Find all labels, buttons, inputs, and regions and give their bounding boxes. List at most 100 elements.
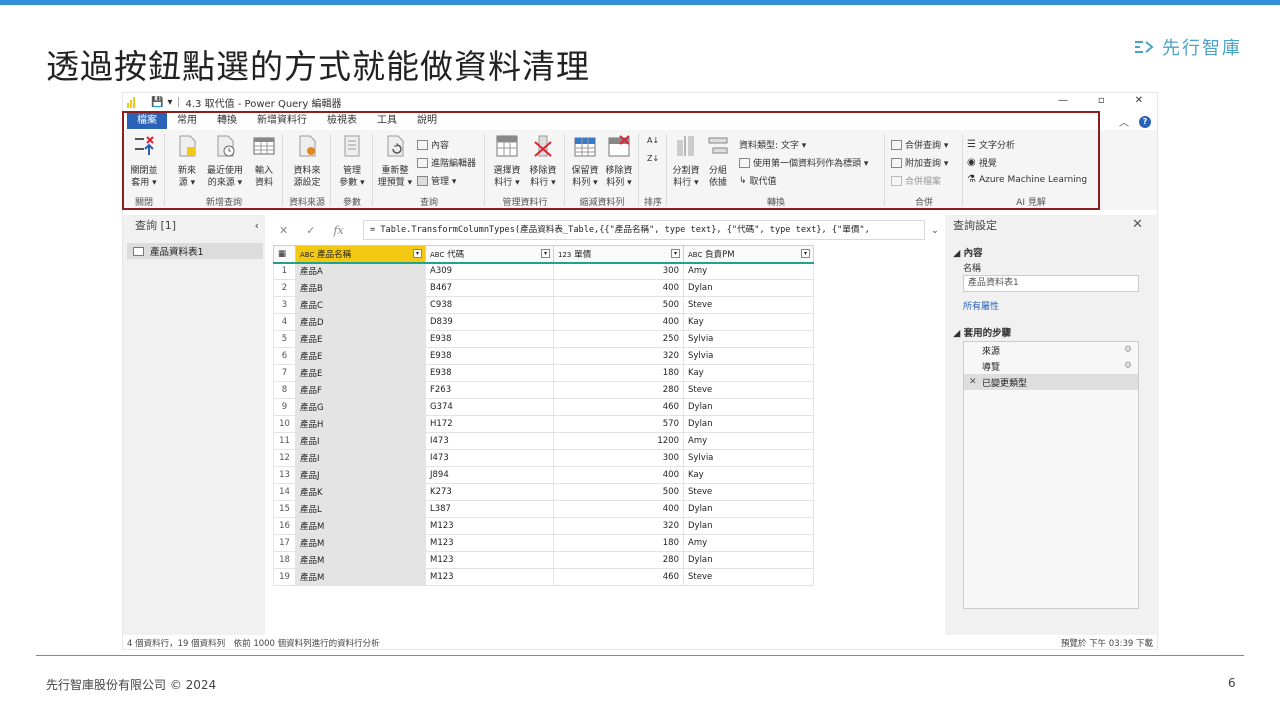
table-row[interactable]: 2 產品B B467 400 Dylan bbox=[273, 279, 814, 297]
filter-icon[interactable]: ▾ bbox=[541, 249, 550, 258]
table-row[interactable]: 9 產品G G374 460 Dylan bbox=[273, 398, 814, 416]
cell-product[interactable]: 產品M bbox=[295, 551, 426, 569]
cell-price[interactable]: 500 bbox=[553, 296, 684, 314]
cell-pm[interactable]: Kay bbox=[683, 466, 814, 484]
cell-pm[interactable]: Amy bbox=[683, 432, 814, 450]
cell-product[interactable]: 產品B bbox=[295, 279, 426, 297]
table-row[interactable]: 12 產品I I473 300 Sylvia bbox=[273, 449, 814, 467]
applied-step-selected[interactable]: ✕ 已變更類型 bbox=[964, 374, 1138, 390]
row-number[interactable]: 6 bbox=[273, 347, 296, 365]
cell-pm[interactable]: Dylan bbox=[683, 500, 814, 518]
cell-code[interactable]: I473 bbox=[425, 449, 554, 467]
dropdown-icon[interactable]: ▾ bbox=[167, 97, 172, 108]
table-row[interactable]: 17 產品M M123 180 Amy bbox=[273, 534, 814, 552]
cell-pm[interactable]: Sylvia bbox=[683, 330, 814, 348]
cell-pm[interactable]: Dylan bbox=[683, 398, 814, 416]
row-number[interactable]: 14 bbox=[273, 483, 296, 501]
cell-price[interactable]: 320 bbox=[553, 517, 684, 535]
cell-code[interactable]: M123 bbox=[425, 551, 554, 569]
gear-icon[interactable]: ⚙ bbox=[1124, 361, 1132, 371]
cell-product[interactable]: 產品E bbox=[295, 330, 426, 348]
cell-code[interactable]: A309 bbox=[425, 261, 554, 280]
row-number[interactable]: 9 bbox=[273, 398, 296, 416]
filter-icon[interactable]: ▾ bbox=[671, 249, 680, 258]
cell-product[interactable]: 產品C bbox=[295, 296, 426, 314]
cell-pm[interactable]: Dylan bbox=[683, 551, 814, 569]
cell-pm[interactable]: Sylvia bbox=[683, 449, 814, 467]
cell-pm[interactable]: Amy bbox=[683, 261, 814, 280]
cell-pm[interactable]: Sylvia bbox=[683, 347, 814, 365]
cell-price[interactable]: 280 bbox=[553, 381, 684, 399]
cell-price[interactable]: 180 bbox=[553, 534, 684, 552]
formula-input[interactable]: = Table.TransformColumnTypes(產品資料表_Table… bbox=[363, 220, 926, 240]
table-row[interactable]: 4 產品D D839 400 Kay bbox=[273, 313, 814, 331]
applied-step[interactable]: 來源 ⚙ bbox=[964, 342, 1138, 358]
cell-code[interactable]: M123 bbox=[425, 568, 554, 586]
table-row[interactable]: 14 產品K K273 500 Steve bbox=[273, 483, 814, 501]
gear-icon[interactable]: ⚙ bbox=[1124, 345, 1132, 355]
cell-code[interactable]: L387 bbox=[425, 500, 554, 518]
cell-product[interactable]: 產品M bbox=[295, 517, 426, 535]
cell-price[interactable]: 300 bbox=[553, 261, 684, 280]
column-header-product[interactable]: ABC 產品名稱 ▾ bbox=[295, 245, 426, 263]
fx-icon[interactable]: fx bbox=[333, 224, 343, 237]
row-number[interactable]: 16 bbox=[273, 517, 296, 535]
cell-code[interactable]: E938 bbox=[425, 347, 554, 365]
cell-code[interactable]: B467 bbox=[425, 279, 554, 297]
cell-price[interactable]: 300 bbox=[553, 449, 684, 467]
cell-code[interactable]: D839 bbox=[425, 313, 554, 331]
cell-price[interactable]: 280 bbox=[553, 551, 684, 569]
cell-code[interactable]: H172 bbox=[425, 415, 554, 433]
cell-price[interactable]: 570 bbox=[553, 415, 684, 433]
commit-icon[interactable]: ✓ bbox=[306, 224, 315, 237]
cell-pm[interactable]: Kay bbox=[683, 313, 814, 331]
table-row[interactable]: 5 產品E E938 250 Sylvia bbox=[273, 330, 814, 348]
cell-product[interactable]: 產品M bbox=[295, 534, 426, 552]
table-row[interactable]: 11 產品I I473 1200 Amy bbox=[273, 432, 814, 450]
restore-icon[interactable]: ▫ bbox=[1098, 95, 1105, 106]
row-number[interactable]: 17 bbox=[273, 534, 296, 552]
help-icon[interactable]: ? bbox=[1139, 115, 1151, 128]
cell-pm[interactable]: Dylan bbox=[683, 415, 814, 433]
cell-price[interactable]: 250 bbox=[553, 330, 684, 348]
table-row[interactable]: 3 產品C C938 500 Steve bbox=[273, 296, 814, 314]
cell-code[interactable]: I473 bbox=[425, 432, 554, 450]
close-settings-icon[interactable]: ✕ bbox=[1132, 217, 1143, 232]
cell-pm[interactable]: Dylan bbox=[683, 279, 814, 297]
table-row[interactable]: 16 產品M M123 320 Dylan bbox=[273, 517, 814, 535]
filter-icon[interactable]: ▾ bbox=[413, 249, 422, 258]
column-header-code[interactable]: ABC 代碼 ▾ bbox=[425, 245, 554, 263]
cell-price[interactable]: 460 bbox=[553, 568, 684, 586]
row-number[interactable]: 12 bbox=[273, 449, 296, 467]
row-number[interactable]: 1 bbox=[273, 261, 296, 280]
cell-code[interactable]: M123 bbox=[425, 517, 554, 535]
row-number[interactable]: 8 bbox=[273, 381, 296, 399]
cell-pm[interactable]: Kay bbox=[683, 364, 814, 382]
table-row[interactable]: 1 產品A A309 300 Amy bbox=[273, 261, 814, 280]
cell-code[interactable]: J894 bbox=[425, 466, 554, 484]
row-number[interactable]: 11 bbox=[273, 432, 296, 450]
filter-icon[interactable]: ▾ bbox=[801, 249, 810, 258]
row-number[interactable]: 4 bbox=[273, 313, 296, 331]
cell-code[interactable]: E938 bbox=[425, 330, 554, 348]
delete-step-icon[interactable]: ✕ bbox=[969, 377, 977, 387]
row-number[interactable]: 10 bbox=[273, 415, 296, 433]
cell-price[interactable]: 460 bbox=[553, 398, 684, 416]
cell-product[interactable]: 產品L bbox=[295, 500, 426, 518]
cell-pm[interactable]: Steve bbox=[683, 381, 814, 399]
cell-pm[interactable]: Steve bbox=[683, 483, 814, 501]
cell-price[interactable]: 1200 bbox=[553, 432, 684, 450]
cell-product[interactable]: 產品I bbox=[295, 449, 426, 467]
cell-product[interactable]: 產品D bbox=[295, 313, 426, 331]
column-header-pm[interactable]: ABC 負責PM ▾ bbox=[683, 245, 814, 263]
row-number[interactable]: 13 bbox=[273, 466, 296, 484]
cell-product[interactable]: 產品I bbox=[295, 432, 426, 450]
cell-code[interactable]: M123 bbox=[425, 534, 554, 552]
cell-pm[interactable]: Amy bbox=[683, 534, 814, 552]
cell-product[interactable]: 產品H bbox=[295, 415, 426, 433]
cell-price[interactable]: 400 bbox=[553, 500, 684, 518]
cell-price[interactable]: 400 bbox=[553, 466, 684, 484]
table-row[interactable]: 15 產品L L387 400 Dylan bbox=[273, 500, 814, 518]
table-row[interactable]: 8 產品F F263 280 Steve bbox=[273, 381, 814, 399]
table-row[interactable]: 6 產品E E938 320 Sylvia bbox=[273, 347, 814, 365]
